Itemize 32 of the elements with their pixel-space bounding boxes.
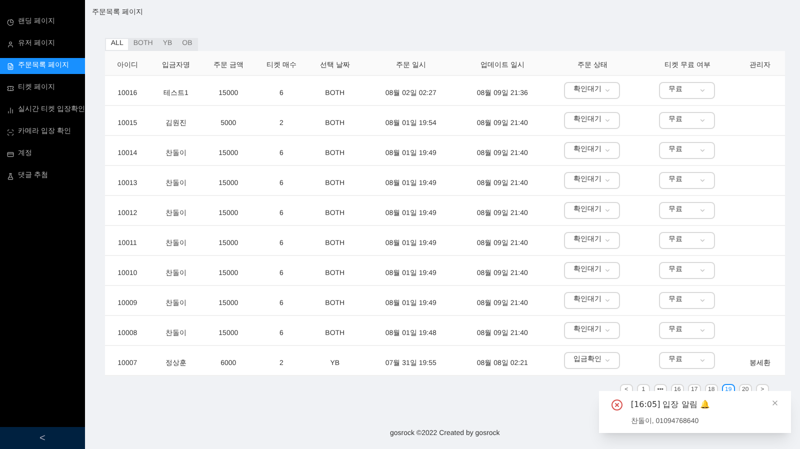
chevron-down-icon <box>604 297 612 304</box>
chevron-down-icon <box>604 237 612 244</box>
chevron-down-icon <box>604 177 612 184</box>
chevron-down-icon <box>699 177 706 184</box>
error-icon <box>610 399 623 411</box>
document-icon <box>7 62 14 70</box>
chevron-down-icon <box>699 357 706 364</box>
chevron-down-icon <box>604 327 612 334</box>
chevron-down-icon <box>604 207 612 214</box>
bar-chart-icon <box>7 106 14 114</box>
chevron-down-icon <box>699 297 706 304</box>
close-icon[interactable] <box>770 399 779 407</box>
ticket-icon <box>7 84 14 92</box>
chevron-down-icon <box>604 357 612 364</box>
card-icon <box>7 150 14 158</box>
chevron-down-icon <box>699 237 706 244</box>
pie-chart-icon <box>7 18 14 26</box>
collapse-button[interactable]: < <box>0 427 85 449</box>
chevron-down-icon <box>604 267 612 274</box>
chevron-down-icon <box>604 117 612 124</box>
chevron-down-icon <box>699 147 706 154</box>
chevron-down-icon <box>699 327 706 334</box>
chevron-down-icon <box>604 87 612 94</box>
flask-icon <box>7 172 14 180</box>
chevron-down-icon <box>604 147 612 154</box>
user-icon <box>7 40 14 48</box>
chevron-down-icon <box>699 87 706 94</box>
scan-icon <box>7 128 14 136</box>
chevron-down-icon <box>699 117 706 124</box>
chevron-down-icon <box>699 207 706 214</box>
chevron-down-icon <box>699 267 706 274</box>
notification-title: [16:05] 입장 알림 🔔 <box>630 399 711 411</box>
